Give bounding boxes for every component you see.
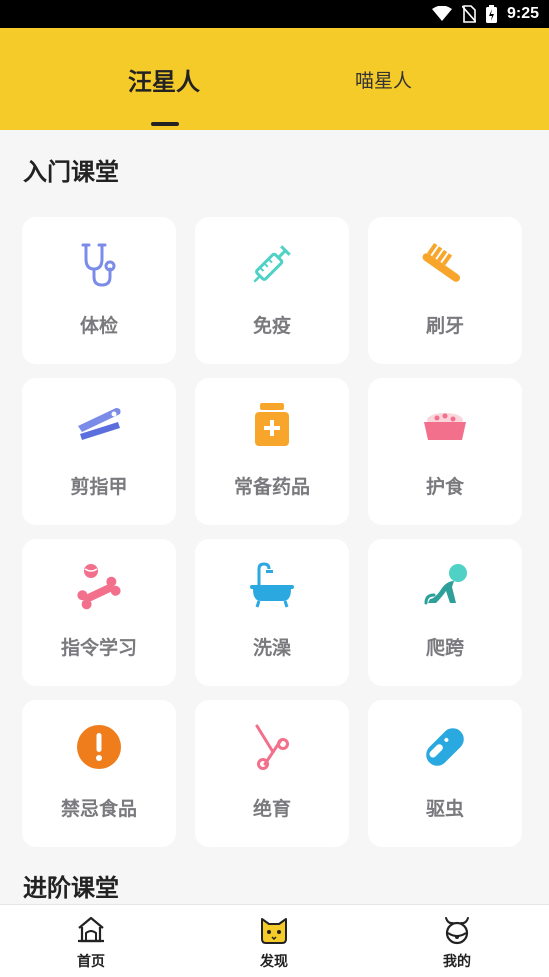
bone-ball-icon [77,564,121,610]
active-tab-indicator [151,122,179,126]
course-label: 洗澡 [252,637,291,659]
profile-icon [445,917,469,945]
battery-charging-icon [485,5,497,23]
header: 汪星人 喵星人 [0,28,549,130]
stethoscope-icon [81,243,116,287]
course-label: 常备药品 [233,476,310,498]
course-label: 免疫 [252,315,291,337]
nav-label-profile: 我的 [443,954,471,970]
course-label: 护食 [425,476,464,498]
nav-profile[interactable]: 我的 [407,905,507,977]
course-label: 驱虫 [425,798,464,820]
nav-home[interactable]: 首页 [41,905,141,977]
course-card-nail-trim[interactable]: 剪指甲 [22,378,176,525]
toothbrush-icon [422,242,461,282]
course-label: 绝育 [252,798,291,820]
status-icons: 9:25 [431,4,539,24]
nav-label-home: 首页 [77,954,105,970]
pill-icon [426,728,464,766]
course-card-food-guarding[interactable]: 护食 [368,378,522,525]
bathtub-icon [250,562,294,608]
nav-label-discover: 发现 [260,954,288,970]
course-card-neutering[interactable]: 绝育 [195,700,349,847]
nav-discover[interactable]: 发现 [224,905,324,977]
status-time: 9:25 [506,5,539,22]
tab-dogs[interactable]: 汪星人 [128,62,200,97]
nail-clipper-icon [78,408,121,440]
section-title-advanced: 进阶课堂 [23,874,119,902]
course-card-vaccine[interactable]: 免疫 [195,217,349,364]
home-icon [78,916,104,943]
mounting-icon [424,564,467,605]
course-label: 剪指甲 [70,476,128,498]
course-label: 指令学习 [60,637,137,659]
no-sim-icon [461,5,476,23]
course-card-medicine[interactable]: 常备药品 [195,378,349,525]
medicine-kit-icon [255,403,289,446]
scissors-icon [255,724,289,770]
course-card-bath[interactable]: 洗澡 [195,539,349,686]
course-label: 体检 [79,315,118,337]
course-card-checkup[interactable]: 体检 [22,217,176,364]
syringe-icon [253,245,291,283]
course-card-brushing[interactable]: 刷牙 [368,217,522,364]
wifi-icon [431,6,452,21]
food-bowl-icon [424,413,466,440]
cat-face-icon [261,918,287,944]
course-card-commands[interactable]: 指令学习 [22,539,176,686]
course-label: 刷牙 [425,315,464,337]
bottom-nav: 首页 发现 我的 [0,904,549,977]
tab-cats[interactable]: 喵星人 [355,66,412,93]
course-card-mounting[interactable]: 爬跨 [368,539,522,686]
status-bar: 9:25 [0,0,549,28]
course-card-forbidden-food[interactable]: 禁忌食品 [22,700,176,847]
warning-icon [77,725,121,769]
course-label: 禁忌食品 [60,798,137,820]
section-title-intro: 入门课堂 [23,158,119,186]
course-card-deworming[interactable]: 驱虫 [368,700,522,847]
course-label: 爬跨 [425,637,464,659]
